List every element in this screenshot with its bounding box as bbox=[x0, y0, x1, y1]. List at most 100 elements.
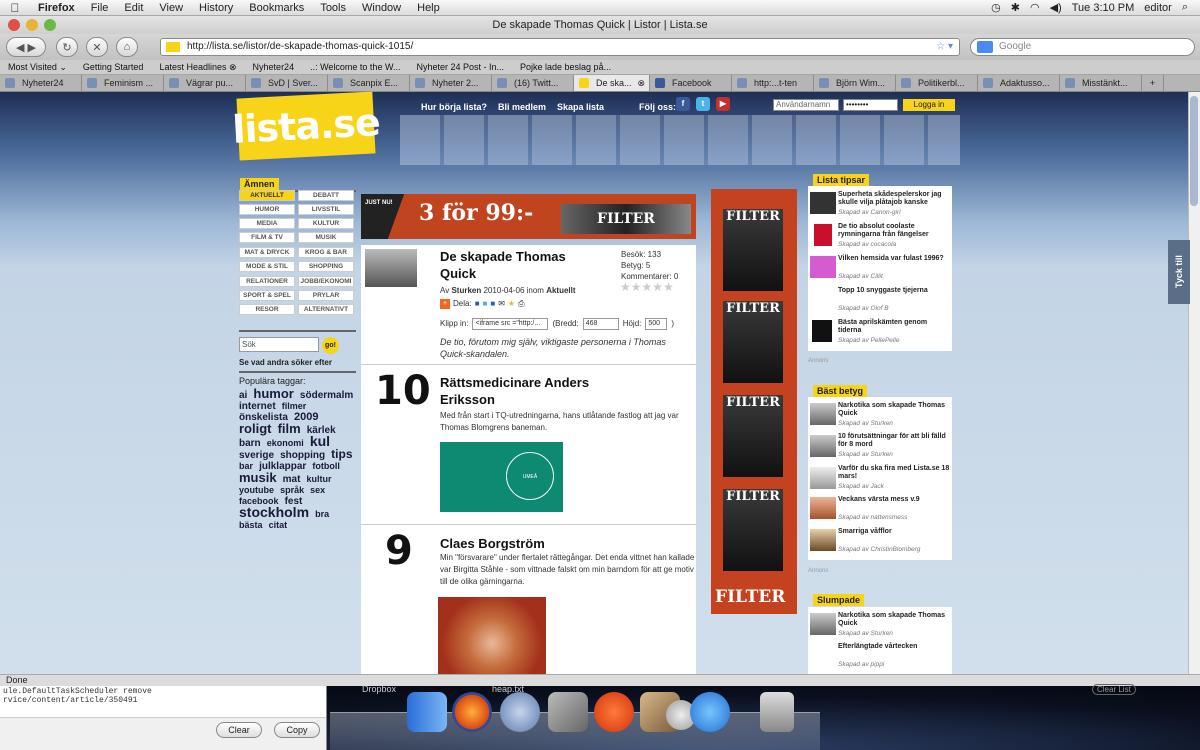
ad-banner[interactable]: JUST NU! 3 för 99:- FILTER bbox=[361, 194, 696, 239]
tab[interactable]: Facebook bbox=[650, 75, 732, 91]
minimize-window-icon[interactable] bbox=[26, 19, 38, 31]
menu-bookmarks[interactable]: Bookmarks bbox=[241, 2, 312, 14]
menu-edit[interactable]: Edit bbox=[116, 2, 151, 14]
site-search-input[interactable]: Sök bbox=[239, 337, 319, 352]
login-button[interactable]: Logga in bbox=[903, 99, 955, 111]
safari-icon[interactable] bbox=[500, 692, 540, 732]
nav-create-list[interactable]: Skapa lista bbox=[557, 102, 604, 112]
tag-link[interactable]: bästa bbox=[239, 520, 263, 530]
tag-link[interactable]: tips bbox=[331, 447, 352, 461]
list-item[interactable]: De tio absolut coolaste rymningarna från… bbox=[808, 222, 952, 252]
item-title[interactable]: Efterlängtade vårtecken bbox=[838, 643, 950, 651]
item-title[interactable]: De tio absolut coolaste rymningarna från… bbox=[838, 223, 950, 239]
menu-history[interactable]: History bbox=[191, 2, 241, 14]
tag-link[interactable]: barn bbox=[239, 438, 261, 449]
list-item[interactable]: Veckans värsta mess v.9 Skapad av natten… bbox=[808, 495, 952, 525]
list-item[interactable]: Narkotika som skapade Thomas Quick Skapa… bbox=[808, 399, 952, 429]
nav-how-to-start[interactable]: Hur börja lista? bbox=[421, 102, 487, 112]
tag-link[interactable]: sverige bbox=[239, 450, 274, 461]
tab[interactable]: Björn Wim... bbox=[814, 75, 896, 91]
spotlight-icon[interactable]: ⌕ bbox=[1182, 1, 1188, 14]
tag-link[interactable]: kultur bbox=[307, 474, 332, 484]
list-item[interactable]: 10 förutsättningar för att bli fälld för… bbox=[808, 431, 952, 461]
reload-button[interactable]: ↻ bbox=[56, 37, 78, 57]
height-input[interactable]: 500 bbox=[645, 318, 668, 330]
tab[interactable]: Nyheter24 bbox=[0, 75, 82, 91]
category-livsstil[interactable]: LIVSSTIL bbox=[298, 204, 354, 215]
wifi-icon[interactable]: ◠ bbox=[1030, 1, 1040, 14]
menu-view[interactable]: View bbox=[151, 2, 191, 14]
magazine-cover[interactable]: FILTER bbox=[723, 395, 783, 477]
facebook-icon[interactable]: f bbox=[676, 97, 690, 111]
category-alternativt[interactable]: ALTERNATIVT bbox=[298, 304, 354, 315]
tab[interactable]: Scanpix E... bbox=[328, 75, 410, 91]
star-icon[interactable]: ★ bbox=[642, 280, 653, 294]
category-sport-spel[interactable]: SPORT & SPEL bbox=[239, 290, 295, 301]
bookmark-item[interactable]: Pojke lade beslag på... bbox=[512, 62, 619, 72]
home-button[interactable]: ⌂ bbox=[116, 37, 138, 57]
list-item[interactable]: Topp 10 snyggaste tjejerna Skapad av Olo… bbox=[808, 286, 952, 316]
user-menu[interactable]: editor bbox=[1144, 2, 1172, 14]
tag-link[interactable]: sex bbox=[310, 485, 325, 495]
tag-link[interactable]: roligt bbox=[239, 421, 272, 436]
star-icon[interactable]: ★ bbox=[631, 280, 642, 294]
favorite-star-icon[interactable]: ★ bbox=[508, 298, 515, 310]
tag-link[interactable]: språk bbox=[280, 485, 304, 495]
tag-link[interactable]: youtube bbox=[239, 485, 274, 495]
google-icon[interactable] bbox=[977, 41, 993, 53]
menu-help[interactable]: Help bbox=[409, 2, 448, 14]
width-select[interactable]: 468 bbox=[582, 318, 619, 330]
search-input[interactable]: Google bbox=[970, 38, 1195, 56]
tab[interactable]: Misstänkt... bbox=[1060, 75, 1142, 91]
category-shopping[interactable]: SHOPPING bbox=[298, 261, 354, 272]
star-icon[interactable]: ★ bbox=[652, 280, 663, 294]
twitter-share-icon[interactable]: ■ bbox=[483, 298, 488, 310]
entry-image[interactable]: UMEÅ UNIVERSITET bbox=[440, 442, 563, 528]
item-title[interactable]: 10 förutsättningar för att bli fälld för… bbox=[838, 433, 950, 449]
youtube-icon[interactable]: ▶ bbox=[716, 97, 730, 111]
tab[interactable]: Vägrar pu... bbox=[164, 75, 246, 91]
list-item[interactable]: Narkotika som skapade Thomas Quick Skapa… bbox=[808, 609, 952, 639]
tag-link[interactable]: mat bbox=[283, 474, 301, 485]
menu-tools[interactable]: Tools bbox=[312, 2, 354, 14]
bluetooth-icon[interactable]: ✱ bbox=[1011, 1, 1020, 14]
menu-app[interactable]: Firefox bbox=[30, 2, 83, 14]
tab[interactable]: Adaktusso... bbox=[978, 75, 1060, 91]
tab[interactable]: Feminism ... bbox=[82, 75, 164, 91]
site-logo[interactable]: lista.se bbox=[231, 91, 381, 161]
app-icon[interactable] bbox=[594, 692, 634, 732]
category-media[interactable]: MEDIA bbox=[239, 218, 295, 229]
filter-ad[interactable]: FILTER FILTER FILTER FILTER FILTER bbox=[711, 189, 797, 614]
url-bar[interactable]: http://lista.se/listor/de-skapade-thomas… bbox=[160, 38, 960, 56]
item-title[interactable]: Bästa aprilskämten genom tiderna bbox=[838, 319, 950, 335]
tab[interactable]: (16) Twitt... bbox=[492, 75, 574, 91]
bookmark-item[interactable]: Nyheter24 bbox=[245, 62, 303, 72]
embed-code-input[interactable]: <iframe src ="http:/... bbox=[472, 318, 549, 330]
site-search-button[interactable]: go! bbox=[322, 337, 339, 354]
bookmark-item[interactable]: Latest Headlines ⊗ bbox=[151, 62, 244, 73]
item-title[interactable]: Superheta skådespelerskor jag skulle vil… bbox=[838, 191, 950, 207]
magazine-cover[interactable]: FILTER bbox=[723, 489, 783, 571]
tag-link[interactable]: internet bbox=[239, 401, 276, 412]
stop-button[interactable]: ✕ bbox=[86, 37, 108, 57]
list-item[interactable]: Varför du ska fira med Lista.se 18 mars!… bbox=[808, 463, 952, 493]
entry-image[interactable] bbox=[438, 597, 546, 674]
back-forward-button[interactable]: ◀ ▶ bbox=[6, 37, 46, 57]
item-title[interactable]: Varför du ska fira med Lista.se 18 mars! bbox=[838, 465, 950, 481]
star-icon[interactable]: ★ bbox=[663, 280, 674, 294]
category-kultur[interactable]: KULTUR bbox=[298, 218, 354, 229]
see-others-link[interactable]: Se vad andra söker efter bbox=[239, 358, 332, 367]
rating-stars[interactable]: ★★★★★ bbox=[620, 280, 674, 294]
feedback-tab[interactable]: Tyck till bbox=[1168, 240, 1190, 304]
tag-link[interactable]: stockholm bbox=[239, 504, 309, 520]
star-icon[interactable]: ★ bbox=[620, 280, 631, 294]
category-aktuellt[interactable]: AKTUELLT bbox=[239, 190, 295, 201]
list-item[interactable]: Vilken hemsida var fulast 1996? Skapad a… bbox=[808, 254, 952, 284]
tag-link[interactable]: kul bbox=[310, 433, 330, 449]
item-title[interactable]: Topp 10 snyggaste tjejerna bbox=[838, 287, 950, 295]
tab[interactable]: SvD | Sver... bbox=[246, 75, 328, 91]
bookmark-item[interactable]: ..: Welcome to the W... bbox=[302, 62, 408, 72]
tag-link[interactable]: film bbox=[278, 421, 301, 436]
tag-link[interactable]: citat bbox=[269, 520, 288, 530]
list-item[interactable]: Efterlängtade vårtecken Skapad av pippi bbox=[808, 641, 952, 671]
